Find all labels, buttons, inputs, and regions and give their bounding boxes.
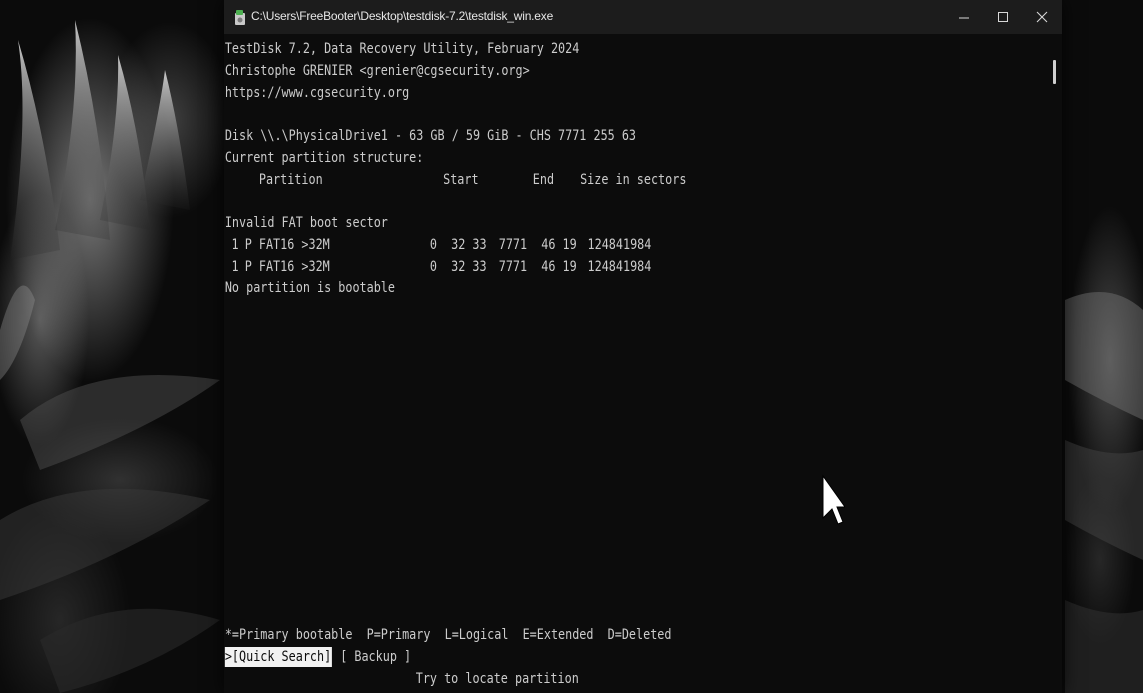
backup-option[interactable]: [ Backup ] xyxy=(340,647,411,667)
testdisk-app-icon xyxy=(235,10,245,25)
partition-row-1-num: 1 xyxy=(231,237,239,253)
legend-line: *=Primary bootable P=Primary L=Logical E… xyxy=(224,627,672,643)
close-icon xyxy=(1036,11,1048,23)
partition-row-1-type: FAT16 >32M xyxy=(258,237,330,253)
console-window: C:\Users\FreeBooter\Desktop\testdisk-7.2… xyxy=(224,0,1062,693)
column-partition: Partition xyxy=(258,172,323,188)
partition-row-1-end: 7771 46 19 xyxy=(498,237,577,253)
partition-row-2-flag: P xyxy=(244,259,252,275)
minimize-button[interactable] xyxy=(945,0,983,34)
partition-row-2-start: 0 32 33 xyxy=(429,259,487,275)
title-bar[interactable]: C:\Users\FreeBooter\Desktop\testdisk-7.2… xyxy=(224,0,1062,34)
warning-line: Invalid FAT boot sector xyxy=(224,215,388,231)
column-end: End xyxy=(532,172,555,188)
partition-row-2-type: FAT16 >32M xyxy=(258,259,330,275)
structure-label: Current partition structure: xyxy=(224,150,424,166)
author-line: Christophe GRENIER <grenier@cgsecurity.o… xyxy=(224,63,530,79)
close-button[interactable] xyxy=(1023,0,1061,34)
quick-search-option[interactable]: >[Quick Search] xyxy=(224,647,333,667)
maximize-icon xyxy=(998,12,1008,22)
column-start: Start xyxy=(443,172,479,188)
window-title: C:\Users\FreeBooter\Desktop\testdisk-7.2… xyxy=(251,9,554,23)
mouse-pointer-icon xyxy=(822,474,845,525)
hint-line: Try to locate partition xyxy=(415,671,579,687)
app-version-line: TestDisk 7.2, Data Recovery Utility, Feb… xyxy=(224,41,580,57)
maximize-button[interactable] xyxy=(984,0,1022,34)
partition-row-1-size: 124841984 xyxy=(587,237,652,253)
partition-row-2-size: 124841984 xyxy=(587,259,652,275)
partition-row-1-start: 0 32 33 xyxy=(429,237,487,253)
console-output: TestDisk 7.2, Data Recovery Utility, Feb… xyxy=(224,38,911,693)
website-line: https://www.cgsecurity.org xyxy=(224,85,410,101)
scrollbar-thumb[interactable] xyxy=(1053,60,1056,84)
boot-status-line: No partition is bootable xyxy=(224,280,395,296)
column-size: Size in sectors xyxy=(580,172,687,188)
disk-info-line: Disk \\.\PhysicalDrive1 - 63 GB / 59 GiB… xyxy=(224,128,637,144)
partition-row-1-flag: P xyxy=(244,237,252,253)
minimize-icon xyxy=(959,17,969,19)
partition-row-2-num: 1 xyxy=(231,259,239,275)
partition-row-2-end: 7771 46 19 xyxy=(498,259,577,275)
